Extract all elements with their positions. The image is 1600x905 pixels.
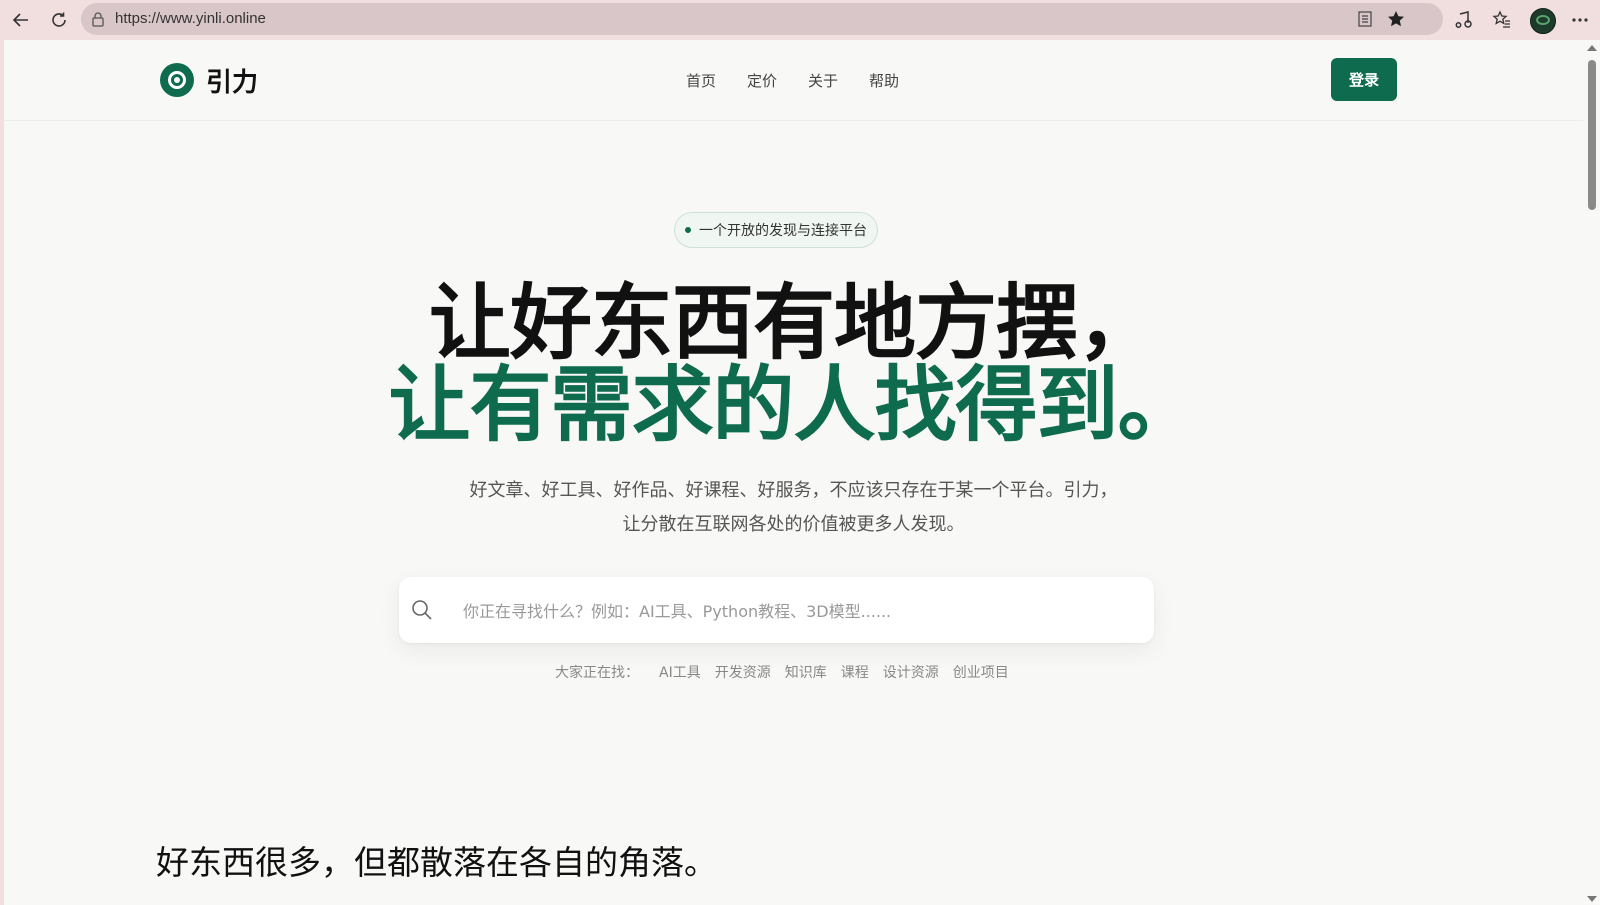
trending-searches: 大家正在找： AI工具 开发资源 知识库 课程 设计资源 创业项目 bbox=[555, 662, 1009, 682]
more-menu-button[interactable] bbox=[1567, 7, 1593, 33]
trending-label: 大家正在找： bbox=[555, 665, 639, 681]
search-box bbox=[399, 577, 1154, 645]
lock-icon bbox=[92, 12, 104, 27]
star-filled-icon bbox=[1388, 11, 1404, 27]
trending-tag-ai-tools[interactable]: AI工具 bbox=[659, 662, 701, 682]
logo-icon[interactable] bbox=[160, 63, 194, 97]
profile-avatar[interactable] bbox=[1530, 8, 1556, 34]
back-arrow-icon bbox=[12, 13, 28, 27]
more-dots-icon bbox=[1572, 18, 1588, 22]
favorite-star-button[interactable] bbox=[1386, 9, 1406, 29]
browser-toolbar: https://www.yinli.online bbox=[0, 0, 1600, 38]
media-button[interactable] bbox=[1451, 7, 1477, 33]
music-note-icon bbox=[1455, 11, 1472, 28]
site-header: 引力 首页 定价 关于 帮助 登录 bbox=[4, 40, 1583, 121]
url-text: https://www.yinli.online bbox=[115, 10, 266, 27]
logo-text[interactable]: 引力 bbox=[206, 62, 258, 99]
hero-subtitle: 好文章、好工具、好作品、好课程、好服务，不应该只存在于某一个平台。引力， 让分散… bbox=[4, 474, 1583, 542]
page-viewport: 引力 首页 定价 关于 帮助 登录 一个开放的发现与连接平台 让好东西有地方摆，… bbox=[4, 40, 1583, 905]
address-bar[interactable]: https://www.yinli.online bbox=[81, 3, 1443, 35]
hero-subtitle-line1: 好文章、好工具、好作品、好课程、好服务，不应该只存在于某一个平台。引力， bbox=[469, 480, 1118, 501]
trending-tag-knowledge-base[interactable]: 知识库 bbox=[785, 662, 827, 682]
nav-about[interactable]: 关于 bbox=[808, 70, 838, 91]
nav-help[interactable]: 帮助 bbox=[869, 70, 899, 91]
nav-home[interactable]: 首页 bbox=[686, 70, 716, 91]
reload-button[interactable] bbox=[46, 7, 72, 33]
reload-icon bbox=[52, 12, 66, 27]
hero-headline-line2: 让有需求的人找得到。 bbox=[388, 358, 1199, 453]
reader-mode-button[interactable] bbox=[1355, 9, 1375, 29]
favorites-button[interactable] bbox=[1489, 7, 1515, 33]
page-scrollbar[interactable] bbox=[1583, 40, 1600, 905]
nav-pricing[interactable]: 定价 bbox=[747, 70, 777, 91]
hero-badge-text: 一个开放的发现与连接平台 bbox=[699, 223, 867, 239]
section-title: 好东西很多，但都散落在各自的角落。 bbox=[156, 843, 717, 882]
trending-tag-design-resources[interactable]: 设计资源 bbox=[883, 662, 939, 682]
scroll-down-arrow-icon[interactable] bbox=[1587, 896, 1597, 902]
trending-tag-courses[interactable]: 课程 bbox=[841, 662, 869, 682]
trending-tag-startup-projects[interactable]: 创业项目 bbox=[953, 662, 1009, 682]
search-icon bbox=[412, 600, 432, 620]
scroll-up-arrow-icon[interactable] bbox=[1587, 45, 1597, 51]
favorites-list-icon bbox=[1492, 10, 1510, 28]
main-nav: 首页 定价 关于 帮助 bbox=[686, 70, 899, 91]
scroll-thumb[interactable] bbox=[1588, 60, 1596, 210]
search-input[interactable] bbox=[461, 577, 1135, 645]
hero-subtitle-line2: 让分散在互联网各处的价值被更多人发现。 bbox=[622, 514, 965, 535]
trending-tag-dev-resources[interactable]: 开发资源 bbox=[715, 662, 771, 682]
badge-dot-icon bbox=[685, 227, 691, 233]
login-button[interactable]: 登录 bbox=[1331, 58, 1397, 101]
reader-mode-icon bbox=[1358, 11, 1372, 27]
back-button[interactable] bbox=[8, 7, 34, 33]
hero-badge: 一个开放的发现与连接平台 bbox=[674, 212, 878, 248]
